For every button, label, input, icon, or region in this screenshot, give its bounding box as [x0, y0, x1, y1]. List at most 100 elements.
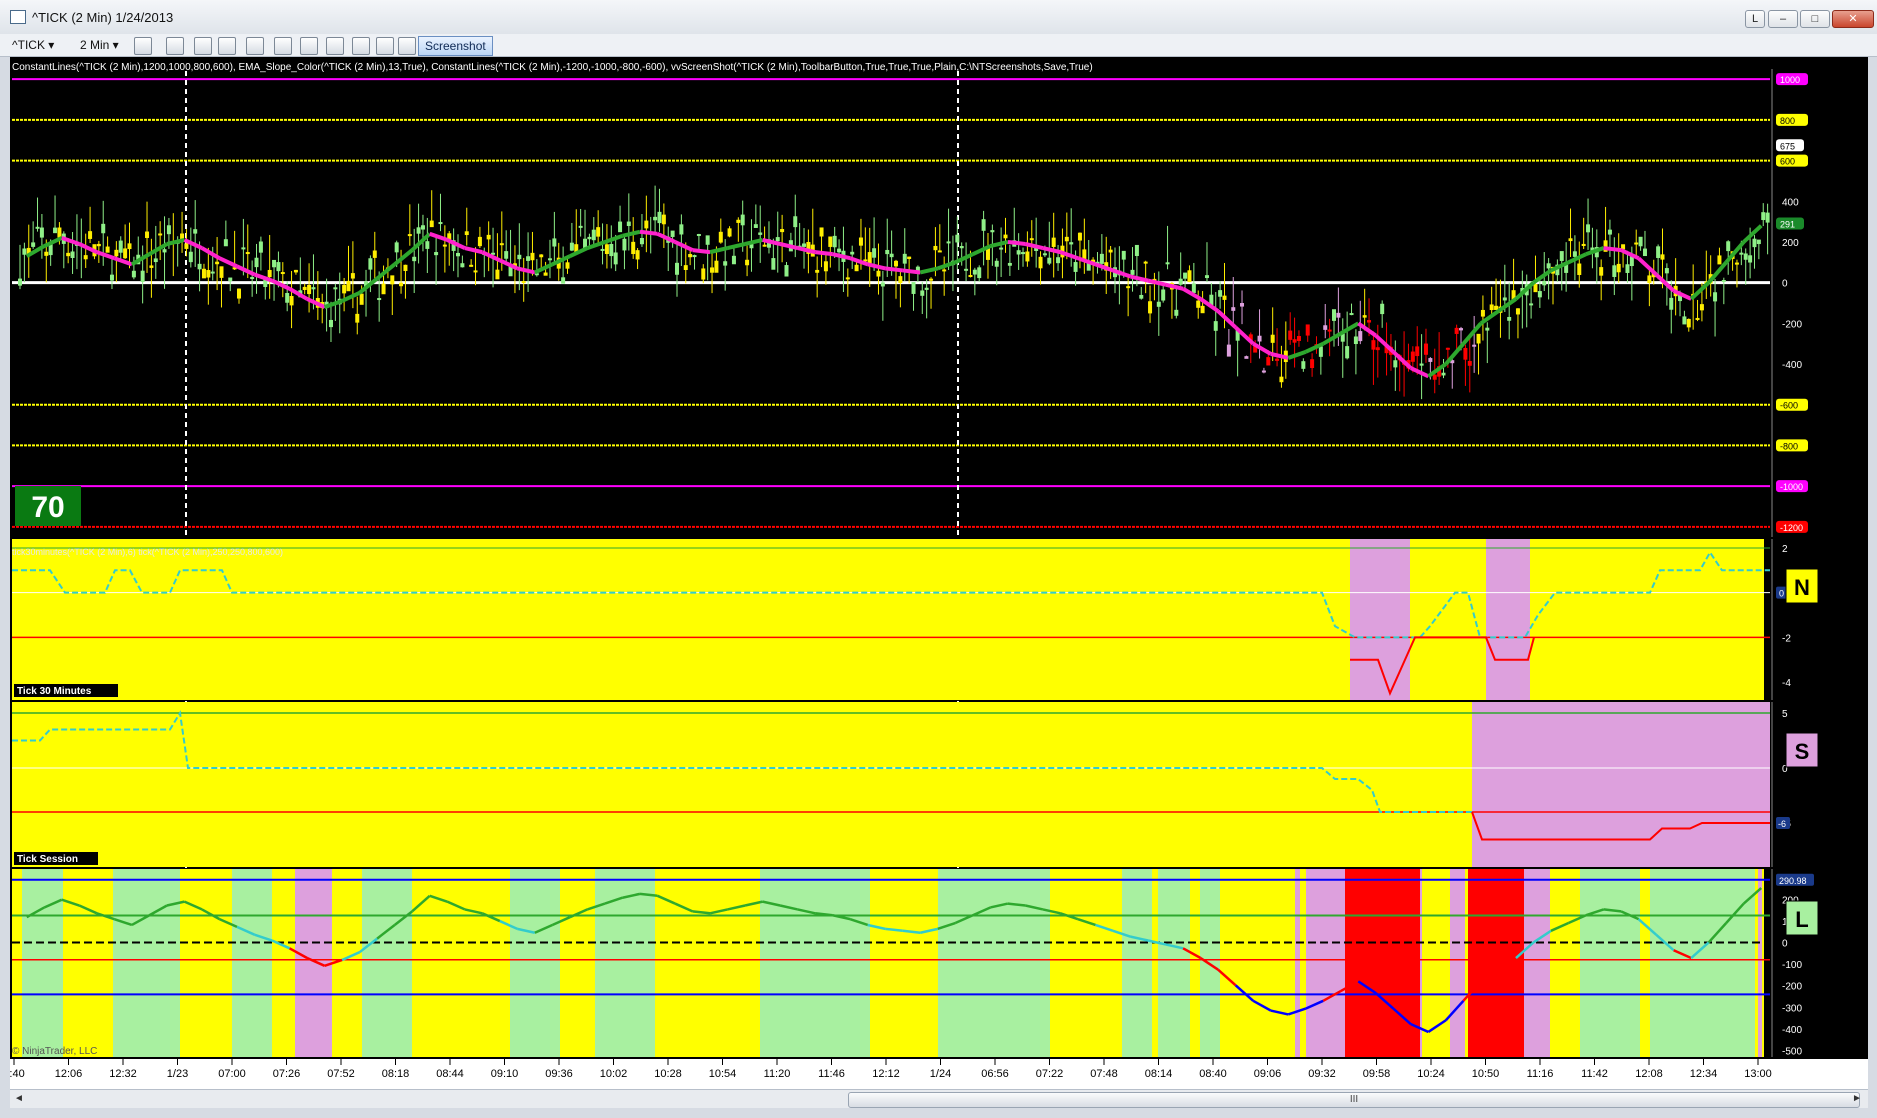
scroll-thumb[interactable]: III	[848, 1092, 1860, 1108]
tick-bar	[543, 272, 548, 276]
tick-bar	[1362, 315, 1367, 318]
minimize-button[interactable]: –	[1768, 10, 1798, 28]
tick-bar	[245, 252, 250, 255]
tick-bar	[1178, 278, 1183, 285]
scroll-left-arrow[interactable]: ◄	[12, 1092, 26, 1106]
tick-bar	[1047, 257, 1052, 264]
tick-bar	[1301, 361, 1306, 369]
tick-chart[interactable]: 4002000-200-4001000800600-600-800-1000-1…	[10, 57, 1868, 1089]
tick-bar	[929, 278, 934, 281]
tick-bar	[933, 245, 938, 251]
tick-bar	[350, 273, 355, 279]
window-l-button[interactable]: L	[1745, 10, 1765, 28]
tick-bar	[710, 267, 715, 273]
panel-shade	[1450, 869, 1465, 1057]
panel-shade	[1010, 869, 1050, 1057]
indicator-header: ConstantLines(^TICK (2 Min),1200,1000,80…	[12, 62, 1093, 73]
tick-bar	[565, 262, 570, 269]
interval-selector[interactable]: 2 Min ▾	[80, 37, 119, 53]
tick-bar	[70, 251, 75, 259]
tick-bar	[162, 249, 167, 253]
tick-bar	[1332, 309, 1336, 321]
indicators-icon[interactable]	[326, 37, 344, 55]
tick-bar	[1660, 254, 1665, 260]
panel-shade	[938, 869, 1010, 1057]
tick-bar	[1367, 320, 1372, 323]
tick-bar	[197, 263, 202, 270]
horizontal-scrollbar[interactable]: ◄ III ►	[10, 1089, 1868, 1108]
window-title: ^TICK (2 Min) 1/24/2013	[32, 10, 174, 25]
tick-bar	[1345, 346, 1350, 359]
tick-bar	[1218, 290, 1223, 297]
tick-bar	[495, 269, 500, 280]
tick-bar	[723, 261, 728, 266]
tick-30-minutes-panel: 20-2-40NTick 30 Minutestick30minutes(^TI…	[12, 539, 1819, 700]
strategies-icon[interactable]	[352, 37, 370, 55]
instrument-selector[interactable]: ^TICK ▾	[12, 37, 54, 53]
tick-bar	[1349, 313, 1354, 316]
scroll-right-arrow[interactable]: ►	[1850, 1092, 1864, 1106]
l-badge: L	[1795, 907, 1808, 932]
ema-slope-segment	[692, 248, 711, 255]
n-badge: N	[1794, 575, 1810, 600]
bar-style-icon[interactable]	[134, 37, 152, 55]
tick-bar	[547, 258, 552, 261]
tick-bar	[1467, 360, 1472, 366]
tick-bar	[1051, 237, 1056, 247]
s-tick-label: 5	[1782, 709, 1788, 720]
global-crosshair-icon[interactable]	[218, 37, 236, 55]
close-button[interactable]: ✕	[1832, 10, 1874, 28]
maximize-button[interactable]: □	[1800, 10, 1830, 28]
tick-bar	[1139, 294, 1144, 299]
tick-bar	[368, 258, 373, 270]
tick-bar	[276, 262, 281, 272]
tick-bar	[1664, 268, 1669, 274]
price-tick-label: 400	[1782, 197, 1799, 208]
tick-bar	[780, 229, 785, 233]
tick-bar	[1410, 351, 1415, 362]
time-tick-label: 12:12	[872, 1068, 900, 1080]
tick-bar	[88, 231, 93, 239]
right-frame	[1868, 57, 1877, 1107]
tick-bar	[696, 233, 701, 236]
data-series-icon[interactable]	[300, 37, 318, 55]
draw-pencil-icon[interactable]	[166, 37, 184, 55]
tick-bar	[635, 250, 640, 260]
tick-bar	[153, 258, 158, 263]
pointer-icon[interactable]	[246, 37, 264, 55]
dollar-icon[interactable]	[376, 37, 394, 55]
tick-bar	[206, 270, 211, 278]
properties-icon[interactable]	[398, 37, 416, 55]
tick-bar	[1577, 263, 1582, 275]
price-tick-label: 0	[1782, 279, 1788, 290]
tick-bar	[1713, 292, 1718, 302]
tick-bar	[832, 235, 837, 248]
zoom-icon[interactable]	[274, 37, 292, 55]
time-tick-label: 10:28	[654, 1068, 682, 1080]
tick-bar	[1296, 336, 1301, 341]
tick-bar	[1279, 376, 1284, 383]
tick-bar	[1222, 295, 1227, 300]
constant-line-tag-label: -1000	[1780, 482, 1803, 492]
tick-bar	[758, 232, 763, 235]
tick-bar	[456, 252, 460, 257]
tick-bar	[858, 237, 863, 246]
tick-bar	[569, 242, 574, 251]
screenshot-button[interactable]: Screenshot	[418, 36, 493, 56]
tick-bar	[1174, 309, 1179, 316]
tick-bar	[1069, 242, 1074, 245]
tick-bar	[412, 256, 417, 262]
drawing-tool-icon[interactable]	[194, 37, 212, 55]
tick-bar	[1336, 312, 1341, 318]
tick-bar	[289, 296, 294, 306]
tick-bar	[872, 248, 877, 258]
tick-bar	[18, 278, 22, 286]
tick-bar	[1042, 253, 1047, 256]
tick-bar	[1134, 244, 1139, 257]
tick-bar	[609, 243, 614, 257]
tick-bar	[876, 270, 881, 277]
tick-bar	[688, 254, 693, 258]
tick-bar	[1327, 329, 1332, 332]
tick-bar	[1717, 255, 1722, 265]
tick-bar	[964, 268, 969, 271]
